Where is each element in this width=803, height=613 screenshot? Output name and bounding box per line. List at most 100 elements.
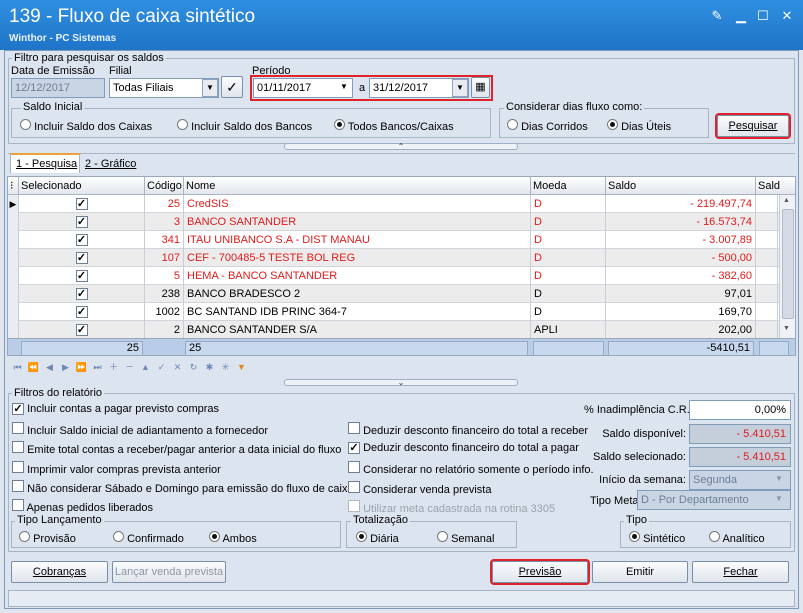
last-record-icon[interactable]: ⏭ [90, 360, 105, 374]
bookmark-icon[interactable]: ✱ [202, 360, 217, 374]
checkbox-icon[interactable] [12, 479, 24, 492]
report-left-checkbox[interactable]: ✓ Incluir contas a pagar previsto compra… [12, 403, 219, 415]
edit-up-icon[interactable]: ▲ [138, 360, 153, 374]
radio-confirmado[interactable]: Confirmado [113, 531, 184, 545]
row-selected-checkbox[interactable]: ✓ [19, 285, 145, 303]
delete-icon[interactable]: － [122, 360, 137, 374]
checkbox-icon[interactable] [12, 460, 24, 473]
header-moeda[interactable]: Moeda [531, 177, 606, 195]
pesquisar-button[interactable]: Pesquisar [715, 113, 791, 139]
maximize-icon[interactable]: ☐ [755, 9, 771, 23]
close-icon[interactable]: ✕ [779, 9, 795, 23]
minimize-icon[interactable]: ▁ [733, 9, 749, 23]
radio-diaria[interactable]: Diária [356, 531, 399, 545]
radio-semanal[interactable]: Semanal [437, 531, 494, 545]
post-icon[interactable]: ✓ [154, 360, 169, 374]
checkbox-icon[interactable]: ✓ [12, 403, 24, 415]
row-codigo: 238 [145, 285, 184, 303]
radio-saldo-bancos[interactable]: Incluir Saldo dos Bancos [177, 119, 312, 133]
edit-icon[interactable]: ✎ [709, 9, 725, 23]
row-selected-checkbox[interactable]: ✓ [19, 303, 145, 321]
dias-fluxo-title: Considerar dias fluxo como: [504, 101, 645, 113]
header-codigo[interactable]: Código [145, 177, 184, 195]
goto-bookmark-icon[interactable]: ✳ [218, 360, 233, 374]
table-row[interactable]: ✓ 2 BANCO SANTANDER S/A APLI 202,00 [8, 321, 788, 339]
tipo-meta-select[interactable]: D - Por Departamento [637, 490, 791, 510]
report-left-checkbox[interactable]: Incluir Saldo inicial de adiantamento a … [12, 422, 268, 437]
prev-record-icon[interactable]: ◀ [42, 360, 57, 374]
report-mid-checkbox[interactable]: Considerar venda prevista [348, 480, 491, 496]
radio-saldo-caixas[interactable]: Incluir Saldo dos Caixas [20, 119, 152, 133]
row-selected-checkbox[interactable]: ✓ [19, 231, 145, 249]
tab-grafico[interactable]: 2 - Gráfico [85, 156, 136, 172]
checkbox-icon[interactable] [12, 441, 24, 454]
lancar-venda-prevista-button[interactable]: Lançar venda prevista [112, 561, 226, 583]
table-row[interactable]: ✓ 1002 BC SANTAND IDB PRINC 364-7 D 169,70 [8, 303, 788, 321]
cancel-icon[interactable]: ✕ [170, 360, 185, 374]
next-page-icon[interactable]: ⏩ [74, 360, 89, 374]
row-selected-checkbox[interactable]: ✓ [19, 267, 145, 285]
radio-dias-corridos[interactable]: Dias Corridos [507, 119, 588, 133]
insert-icon[interactable]: ＋ [106, 360, 121, 374]
tipo-meta-dropdown-icon[interactable]: ▼ [775, 494, 783, 503]
report-left-checkbox[interactable]: Não considerar Sábado e Domingo para emi… [12, 479, 354, 495]
radio-dias-uteis[interactable]: Dias Úteis [607, 119, 671, 133]
row-selected-checkbox[interactable]: ✓ [19, 321, 145, 339]
checkbox-icon[interactable]: ✓ [348, 441, 360, 454]
table-row[interactable]: ✓ 5 HEMA - BANCO SANTANDER D - 382,60 [8, 267, 788, 285]
filter-icon[interactable]: ▼ [234, 360, 249, 374]
prev-page-icon[interactable]: ⏪ [26, 360, 41, 374]
checkbox-icon[interactable] [12, 499, 24, 511]
grid-scrollbar[interactable]: ▲ ▼ [779, 195, 795, 339]
refresh-icon[interactable]: ↻ [186, 360, 201, 374]
table-row[interactable]: ✓ 341 ITAU UNIBANCO S.A - DIST MANAU D - 3.0… [8, 231, 788, 249]
table-row[interactable]: ✓ 238 BANCO BRADESCO 2 D 97,01 [8, 285, 788, 303]
emitir-button[interactable]: Emitir [592, 561, 688, 583]
header-saldo[interactable]: Saldo [606, 177, 756, 195]
report-mid-checkbox[interactable]: ✓ Deduzir desconto financeiro do total a… [348, 441, 579, 454]
calendar-icon[interactable]: ▦ [471, 77, 490, 98]
report-mid-checkbox[interactable]: Considerar no relatório somente o períod… [348, 461, 594, 476]
table-row[interactable]: ✓ 107 CEF - 700485-5 TESTE BOL REG D - 500,0… [8, 249, 788, 267]
report-left-checkbox[interactable]: Imprimir valor compras prevista anterior [12, 460, 221, 476]
report-mid-checkbox[interactable]: Utilizar meta cadastrada na rotina 3305 [348, 500, 555, 515]
checkbox-icon[interactable] [348, 480, 360, 493]
inicio-semana-dropdown-icon[interactable]: ▼ [775, 474, 783, 483]
header-selecionado[interactable]: Selecionado [19, 177, 145, 195]
radio-todos-bancos-caixas[interactable]: Todos Bancos/Caixas [334, 119, 454, 133]
report-left-checkbox[interactable]: Apenas pedidos liberados [12, 499, 153, 514]
checkbox-icon[interactable] [348, 422, 360, 434]
confirm-filial-button[interactable]: ✓ [221, 76, 243, 98]
next-record-icon[interactable]: ▶ [58, 360, 73, 374]
radio-analitico[interactable]: Analítico [709, 531, 765, 545]
checkbox-icon[interactable] [12, 422, 24, 435]
row-selected-checkbox[interactable]: ✓ [19, 249, 145, 267]
header-saldo2[interactable]: Sald [756, 177, 795, 195]
row-moeda: D [531, 267, 606, 285]
row-selected-checkbox[interactable]: ✓ [19, 213, 145, 231]
fechar-button[interactable]: Fechar [692, 561, 789, 583]
first-record-icon[interactable]: ⏮ [10, 360, 25, 374]
period-start-dropdown-icon[interactable]: ▼ [336, 79, 352, 97]
table-row[interactable]: ✓ 3 BANCO SANTANDER D - 16.573,74 [8, 213, 788, 231]
inadimplencia-field[interactable]: 0,00% [689, 400, 791, 420]
header-nome[interactable]: Nome [184, 177, 531, 195]
row-indicator: ▶ [8, 195, 19, 213]
cobrancas-button[interactable]: Cobranças [11, 561, 108, 583]
table-row[interactable]: ▶ ✓ 25 CredSIS D - 219.497,74 [8, 195, 788, 213]
checkbox-icon[interactable] [348, 461, 360, 473]
report-mid-checkbox[interactable]: Deduzir desconto financeiro do total a r… [348, 422, 588, 437]
radio-provisao[interactable]: Provisão [19, 531, 76, 545]
top-splitter[interactable]: ⌃ [284, 143, 518, 151]
radio-ambos[interactable]: Ambos [209, 531, 257, 545]
period-end-dropdown-icon[interactable]: ▼ [452, 79, 468, 97]
filial-dropdown-icon[interactable]: ▼ [202, 79, 218, 97]
checkbox-icon[interactable] [348, 500, 360, 512]
bottom-splitter[interactable]: ⌄ [284, 379, 518, 387]
tab-pesquisa[interactable]: 1 - Pesquisa [10, 153, 80, 173]
row-selected-checkbox[interactable]: ✓ [19, 195, 145, 213]
report-left-checkbox[interactable]: Emite total contas a receber/pagar anter… [12, 441, 341, 456]
previsao-button[interactable]: Previsão [490, 559, 590, 585]
radio-sintetico[interactable]: Sintético [629, 531, 685, 545]
grid-scroll-thumb[interactable] [782, 209, 794, 319]
